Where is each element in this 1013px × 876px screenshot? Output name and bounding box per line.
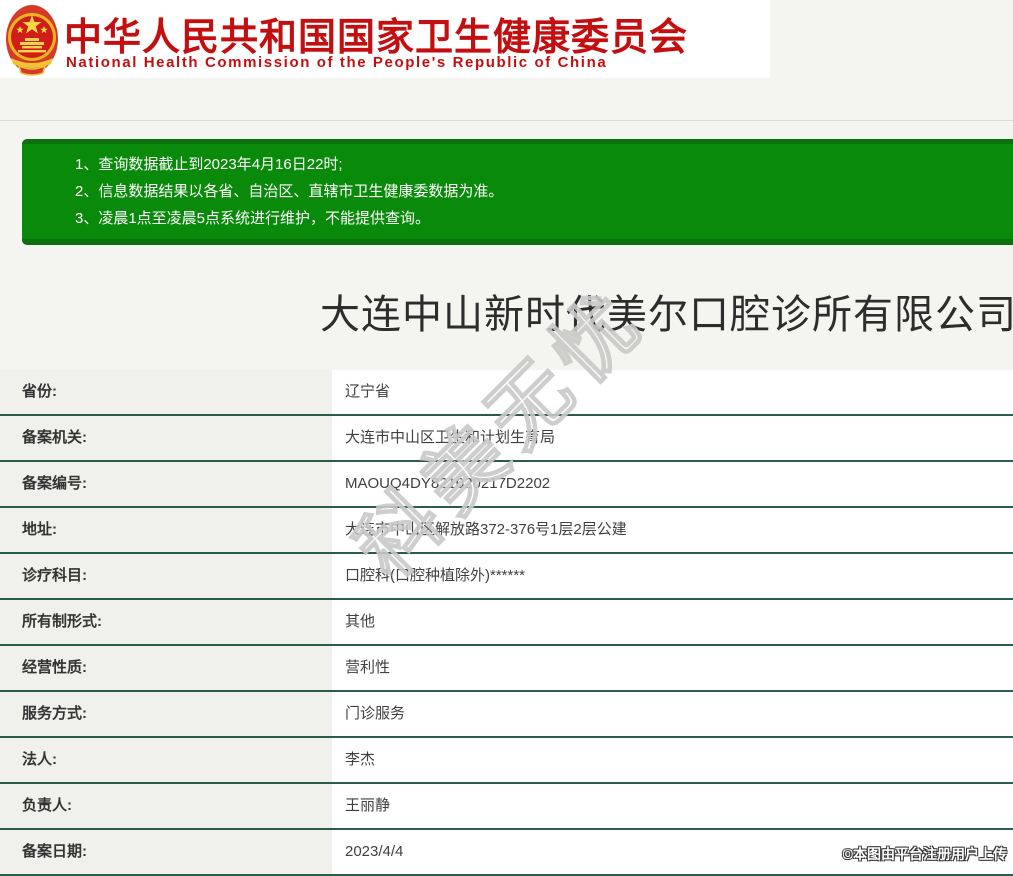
field-label: 所有制形式: — [0, 600, 332, 644]
table-row: 省份: 辽宁省 — [0, 370, 1013, 416]
field-label: 备案机关: — [0, 416, 332, 460]
field-label: 诊疗科目: — [0, 554, 332, 598]
table-row: 所有制形式: 其他 — [0, 600, 1013, 646]
field-value: 李杰 — [332, 738, 1013, 782]
table-row: 服务方式: 门诊服务 — [0, 692, 1013, 738]
notice-line-3: 3、凌晨1点至凌晨5点系统进行维护，不能提供查询。 — [75, 210, 431, 227]
table-row: 备案编号: MAOUQ4DY821020217D2202 — [0, 462, 1013, 508]
notice-line-1: 1、查询数据截止到2023年4月16日22时; — [75, 156, 343, 173]
field-label: 负责人: — [0, 784, 332, 828]
field-value: 大连市中山区卫生和计划生育局 — [332, 416, 1013, 460]
field-value: 大连市中山区解放路372-376号1层2层公建 — [332, 508, 1013, 552]
field-label: 地址: — [0, 508, 332, 552]
field-value: 王丽静 — [332, 784, 1013, 828]
field-value: 其他 — [332, 600, 1013, 644]
field-label: 备案日期: — [0, 830, 332, 874]
page-title: 大连中山新时代美尔口腔诊所有限公司 — [320, 293, 1013, 337]
table-row: 地址: 大连市中山区解放路372-376号1层2层公建 — [0, 508, 1013, 554]
field-label: 备案编号: — [0, 462, 332, 506]
field-value: 辽宁省 — [332, 370, 1013, 414]
table-row: 经营性质: 营利性 — [0, 646, 1013, 692]
table-row: 负责人: 王丽静 — [0, 784, 1013, 830]
header-divider — [0, 120, 1013, 121]
field-value: 门诊服务 — [332, 692, 1013, 736]
site-header: 中华人民共和国国家卫生健康委员会 National Health Commiss… — [0, 0, 770, 78]
china-national-emblem-icon — [6, 5, 58, 76]
notice-line-2: 2、信息数据结果以各省、自治区、直辖市卫生健康委数据为准。 — [75, 183, 504, 200]
field-value: 营利性 — [332, 646, 1013, 690]
table-row: 法人: 李杰 — [0, 738, 1013, 784]
field-label: 服务方式: — [0, 692, 332, 736]
field-label: 经营性质: — [0, 646, 332, 690]
record-table: 省份: 辽宁省 备案机关: 大连市中山区卫生和计划生育局 备案编号: MAOUQ… — [0, 370, 1013, 876]
header-title-en: National Health Commission of the People… — [66, 54, 608, 71]
field-label: 法人: — [0, 738, 332, 782]
field-label: 省份: — [0, 370, 332, 414]
notice-box: 1、查询数据截止到2023年4月16日22时; 2、信息数据结果以各省、自治区、… — [22, 139, 1013, 245]
upload-stamp: ©本图由平台注册用户上传 — [842, 846, 1007, 862]
table-row: 备案机关: 大连市中山区卫生和计划生育局 — [0, 416, 1013, 462]
field-value: MAOUQ4DY821020217D2202 — [332, 462, 1013, 506]
header-title-cn: 中华人民共和国国家卫生健康委员会 — [64, 17, 689, 59]
table-row: 诊疗科目: 口腔科(口腔种植除外)****** — [0, 554, 1013, 600]
field-value: 口腔科(口腔种植除外)****** — [332, 554, 1013, 598]
